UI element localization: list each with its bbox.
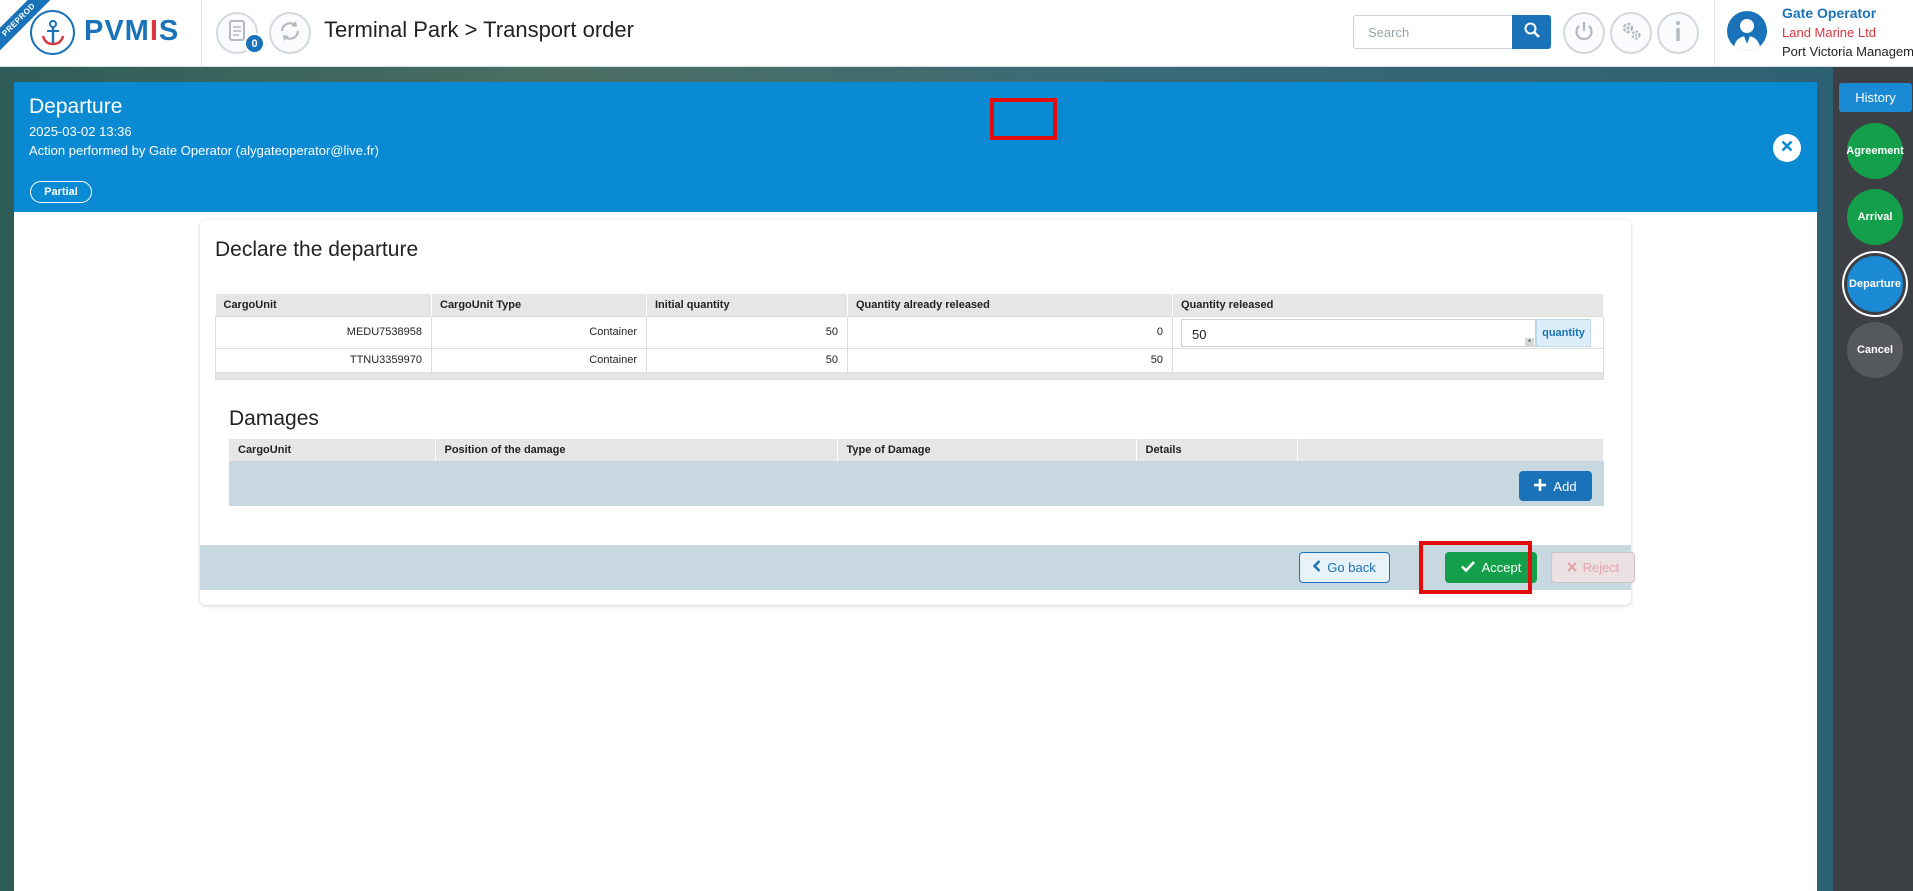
refresh-icon — [278, 19, 302, 48]
table-row: MEDU7538958 Container 50 0 * quantity — [215, 315, 1604, 349]
modal-header: Departure 2025-03-02 13:36 Action perfor… — [14, 82, 1817, 212]
declare-departure-card: Declare the departure CargoUnit CargoUni… — [200, 220, 1635, 605]
column-header: Quantity already released — [847, 294, 1173, 316]
logo-area: PREPROD PVMIS — [0, 0, 202, 67]
search-input[interactable] — [1353, 15, 1513, 49]
column-header: CargoUnit — [229, 439, 436, 461]
column-header: Details — [1136, 439, 1298, 461]
cargo-table: CargoUnit CargoUnit Type Initial quantit… — [215, 294, 1604, 380]
damages-table: CargoUnit Position of the damage Type of… — [229, 439, 1604, 461]
column-header: Position of the damage — [435, 439, 838, 461]
close-button[interactable] — [1773, 134, 1801, 162]
damages-title: Damages — [229, 407, 319, 430]
quantity-released-cell: * quantity — [1172, 315, 1604, 349]
departure-modal: Departure 2025-03-02 13:36 Action perfor… — [14, 82, 1817, 891]
step-agreement[interactable]: Agreement — [1846, 123, 1904, 179]
reject-button[interactable]: Reject — [1551, 552, 1635, 583]
table-row: TTNU3359970 Container 50 50 — [215, 347, 1604, 373]
damages-table-header: CargoUnit Position of the damage Type of… — [229, 439, 1604, 461]
cargo-unit-cell: TTNU3359970 — [215, 347, 432, 373]
search-icon — [1524, 22, 1540, 43]
top-bar: PREPROD PVMIS 0 Terminal Park > Transpor… — [0, 0, 1913, 67]
column-header: Type of Damage — [837, 439, 1137, 461]
user-separator — [1714, 0, 1715, 67]
status-badge: Partial — [30, 181, 92, 203]
column-header — [1297, 439, 1604, 461]
modal-date: 2025-03-02 13:36 — [29, 124, 132, 139]
column-header: CargoUnit — [215, 294, 432, 316]
user-name: Gate Operator — [1782, 5, 1877, 21]
table-footer — [215, 371, 1604, 380]
cargo-type-cell: Container — [431, 347, 647, 373]
modal-action-text: Action performed by Gate Operator (alyga… — [29, 143, 379, 158]
card-footer: Go back Accept Reject — [200, 545, 1635, 590]
check-icon — [1460, 560, 1475, 575]
refresh-button[interactable] — [269, 12, 311, 54]
already-released-cell: 0 — [847, 315, 1173, 349]
power-icon — [1573, 20, 1595, 47]
step-cancel[interactable]: Cancel — [1847, 322, 1903, 378]
info-button[interactable] — [1657, 12, 1699, 54]
modal-title: Departure — [29, 95, 123, 118]
app-logo-text: PVMIS — [84, 15, 180, 47]
accept-label: Accept — [1481, 560, 1522, 575]
page-title: Terminal Park > Transport order — [324, 17, 634, 42]
reject-label: Reject — [1582, 560, 1620, 575]
add-label: Add — [1553, 478, 1577, 494]
cargo-type-cell: Container — [431, 315, 647, 349]
add-damage-button[interactable]: Add — [1519, 471, 1592, 501]
initial-quantity-cell: 50 — [646, 347, 848, 373]
go-back-button[interactable]: Go back — [1299, 552, 1390, 583]
history-button[interactable]: History — [1839, 83, 1912, 112]
settings-button[interactable] — [1610, 12, 1652, 54]
user-company: Land Marine Ltd — [1782, 25, 1876, 40]
search-button[interactable] — [1512, 15, 1551, 49]
plus-icon — [1534, 478, 1547, 494]
power-button[interactable] — [1563, 12, 1605, 54]
cargo-unit-cell: MEDU7538958 — [215, 315, 432, 349]
step-arrival[interactable]: Arrival — [1847, 189, 1903, 245]
column-header: Initial quantity — [646, 294, 848, 316]
quantity-input-group: * quantity — [1181, 318, 1591, 347]
gears-icon — [1619, 19, 1643, 48]
damages-body: Add — [229, 461, 1604, 506]
step-departure[interactable]: Departure — [1847, 256, 1903, 312]
user-organization: Port Victoria Management — [1782, 44, 1913, 59]
info-icon — [1673, 20, 1683, 47]
close-icon — [1566, 560, 1577, 575]
initial-quantity-cell: 50 — [646, 315, 848, 349]
cargo-table-header: CargoUnit CargoUnit Type Initial quantit… — [215, 294, 1604, 316]
accept-button[interactable]: Accept — [1445, 552, 1537, 583]
column-header: Quantity released — [1172, 294, 1604, 316]
anchor-logo-icon — [30, 10, 75, 55]
go-back-label: Go back — [1327, 560, 1376, 575]
already-released-cell: 50 — [847, 347, 1173, 373]
chevron-left-icon — [1313, 560, 1321, 575]
quantity-released-cell — [1172, 347, 1604, 373]
table-footer-row — [215, 371, 1604, 380]
quantity-unit-addon: quantity — [1536, 318, 1591, 347]
declare-title: Declare the departure — [215, 238, 419, 261]
column-header: CargoUnit Type — [431, 294, 647, 316]
notification-count-badge: 0 — [244, 33, 265, 54]
user-avatar-icon[interactable] — [1727, 11, 1767, 51]
quantity-released-input[interactable] — [1181, 318, 1536, 347]
close-icon — [1781, 139, 1793, 157]
required-marker: * — [1525, 337, 1534, 347]
